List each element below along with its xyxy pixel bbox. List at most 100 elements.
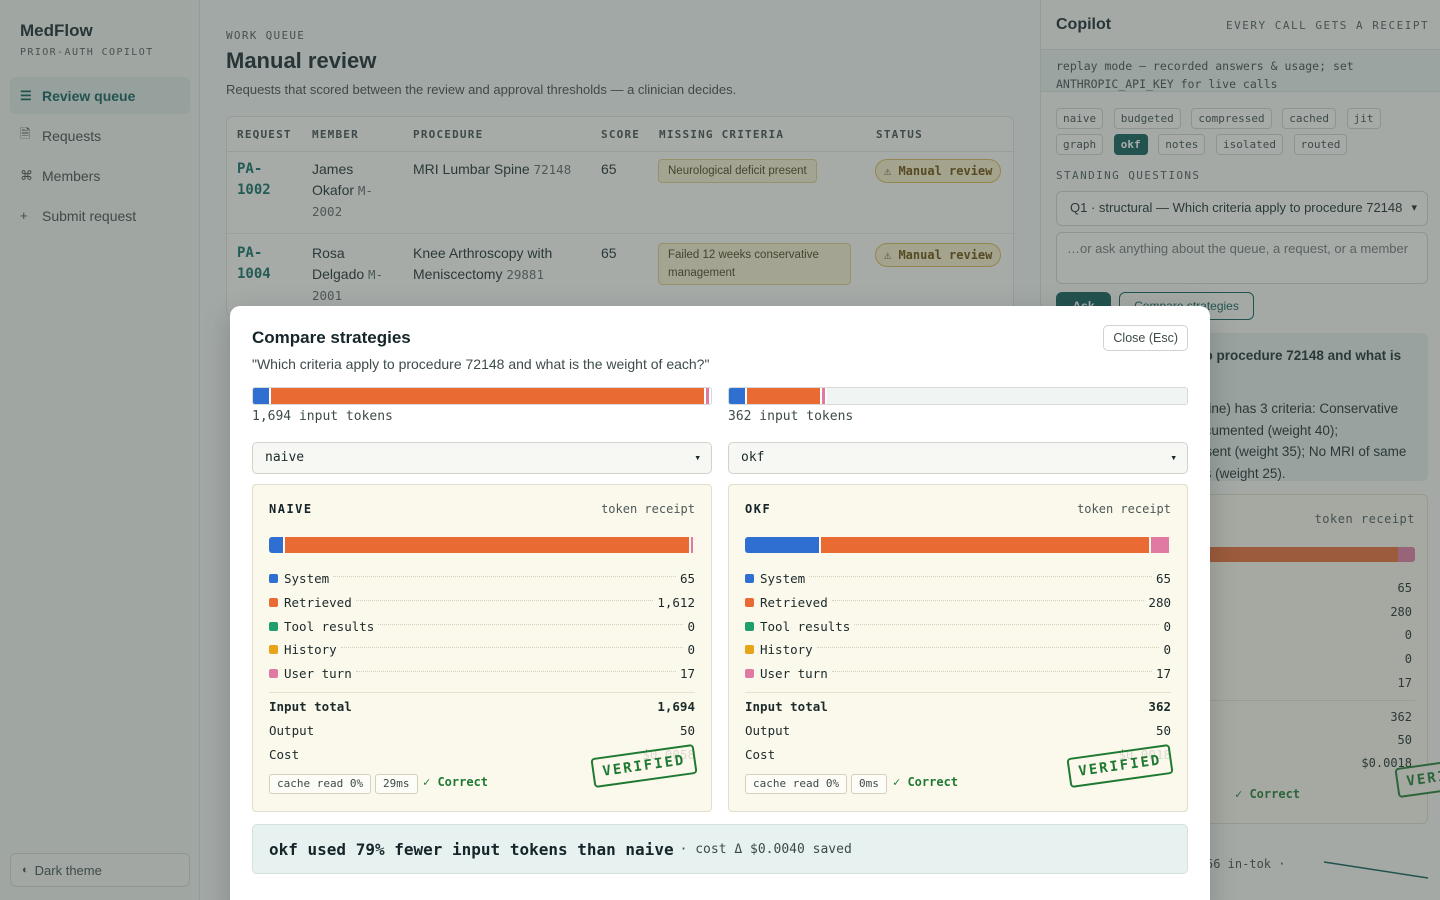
row-value: 362: [1148, 698, 1171, 714]
correct-indicator: ✓ Correct: [893, 775, 959, 789]
selected-strategy: naive: [265, 450, 305, 465]
bar-segment-user-turn: [690, 537, 695, 553]
row-label: Retrieved: [284, 594, 356, 610]
receipt-token-bar: [745, 537, 1171, 553]
chevron-down-icon: ▾: [694, 451, 701, 464]
swatch-user-turn: [745, 668, 754, 678]
modal-question: "Which criteria apply to procedure 72148…: [252, 356, 710, 372]
receipt-row-output: Output 50: [745, 720, 1171, 740]
row-value: 0: [1163, 641, 1171, 657]
row-label: User turn: [284, 665, 356, 681]
comparison-summary: okf used 79% fewer input tokens than nai…: [252, 824, 1188, 874]
row-label: System: [284, 570, 334, 586]
row-value: 1,694: [657, 698, 695, 714]
leader-dots: [854, 623, 1160, 625]
swatch-history: [745, 644, 754, 654]
strategy-select-right[interactable]: okf ▾: [728, 442, 1188, 474]
row-value: 65: [1155, 570, 1171, 586]
leader-dots: [333, 575, 676, 577]
swatch-retrieved: [745, 597, 754, 607]
bar-segment-user-turn: [822, 388, 827, 404]
row-label: Tool results: [760, 618, 855, 634]
row-label: History: [760, 641, 817, 657]
swatch-user-turn: [269, 668, 278, 678]
correct-indicator: ✓ Correct: [423, 775, 489, 789]
receipt-row-history: History 0: [745, 639, 1171, 659]
bar-segment-system: [253, 388, 271, 404]
leader-dots: [831, 670, 1152, 672]
swatch-retrieved: [269, 597, 278, 607]
receipt-divider: [269, 692, 695, 693]
chevron-down-icon: ▾: [1170, 451, 1177, 464]
leader-dots: [809, 575, 1152, 577]
row-value: 65: [679, 570, 695, 586]
leader-dots: [378, 623, 684, 625]
bar-segment-retrieved: [821, 537, 1151, 553]
receipt-token-bar: [269, 537, 695, 553]
swatch-system: [269, 573, 278, 583]
swatch-system: [745, 573, 754, 583]
token-receipt-right: OKF token receipt System 65 Retrieved 28…: [728, 484, 1188, 812]
bar-segment-retrieved: [270, 388, 707, 404]
input-tokens-label: 362 input tokens: [728, 409, 854, 424]
latency-pill: 0ms: [851, 774, 887, 794]
leader-dots: [355, 670, 676, 672]
input-tokens-label: 1,694 input tokens: [252, 409, 393, 424]
receipt-tag: token receipt: [1077, 502, 1171, 516]
close-button[interactable]: Close (Esc): [1103, 325, 1188, 351]
receipt-row-retrieved: Retrieved 1,612: [269, 592, 695, 612]
swatch-tool-results: [269, 621, 278, 631]
leader-dots: [831, 599, 1145, 601]
receipt-row-output: Output 50: [269, 720, 695, 740]
receipt-row-input-total: Input total 1,694: [269, 696, 695, 716]
row-label: Output: [269, 722, 319, 738]
modal-title: Compare strategies: [252, 328, 411, 347]
receipt-row-input-total: Input total 362: [745, 696, 1171, 716]
leader-dots: [816, 646, 1160, 648]
summary-headline: okf used 79% fewer input tokens than nai…: [269, 839, 674, 859]
row-label: Tool results: [284, 618, 379, 634]
row-value: 17: [1155, 665, 1171, 681]
leader-dots: [355, 599, 654, 601]
bar-segment-retrieved: [746, 388, 823, 404]
row-label: User turn: [760, 665, 832, 681]
cache-read-pill: cache read 0%: [745, 774, 848, 794]
row-label: Input total: [269, 698, 356, 714]
token-receipt-left: NAIVE token receipt System 65 Retrieved …: [252, 484, 712, 812]
strategy-column-right: 362 input tokens okf ▾ OKF token receipt…: [728, 387, 1188, 812]
swatch-history: [269, 644, 278, 654]
input-tokens-fill: [253, 388, 711, 404]
receipt-row-system: System 65: [269, 568, 695, 588]
cache-read-pill: cache read 0%: [269, 774, 372, 794]
summary-cost-delta: · cost Δ $0.0040 saved: [679, 841, 852, 857]
receipt-tag: token receipt: [601, 502, 695, 516]
input-tokens-bar-right: [728, 387, 1188, 405]
row-value: 50: [679, 722, 695, 738]
row-label: Cost: [269, 746, 304, 762]
bar-segment-user-turn: [706, 388, 711, 404]
receipt-row-system: System 65: [745, 568, 1171, 588]
row-label: Cost: [745, 746, 780, 762]
bar-segment-retrieved: [285, 537, 691, 553]
bar-segment-user-turn: [1150, 537, 1171, 553]
row-value: 1,612: [657, 594, 695, 610]
row-value: 17: [679, 665, 695, 681]
compare-strategies-modal: Compare strategies Close (Esc) "Which cr…: [230, 306, 1210, 900]
row-label: Retrieved: [760, 594, 832, 610]
strategy-column-left: 1,694 input tokens naive ▾ NAIVE token r…: [252, 387, 712, 812]
receipt-strategy-name: OKF: [745, 502, 772, 516]
row-value: 0: [1163, 618, 1171, 634]
receipt-divider: [745, 692, 1171, 693]
row-label: Input total: [745, 698, 832, 714]
receipt-row-retrieved: Retrieved 280: [745, 592, 1171, 612]
leader-dots: [340, 646, 684, 648]
row-label: System: [760, 570, 810, 586]
bar-segment-system: [729, 388, 747, 404]
row-label: History: [284, 641, 341, 657]
row-value: 50: [1155, 722, 1171, 738]
swatch-tool-results: [745, 621, 754, 631]
row-value: 280: [1148, 594, 1171, 610]
receipt-row-history: History 0: [269, 639, 695, 659]
strategy-select-left[interactable]: naive ▾: [252, 442, 712, 474]
receipt-row-user-turn: User turn 17: [745, 663, 1171, 683]
